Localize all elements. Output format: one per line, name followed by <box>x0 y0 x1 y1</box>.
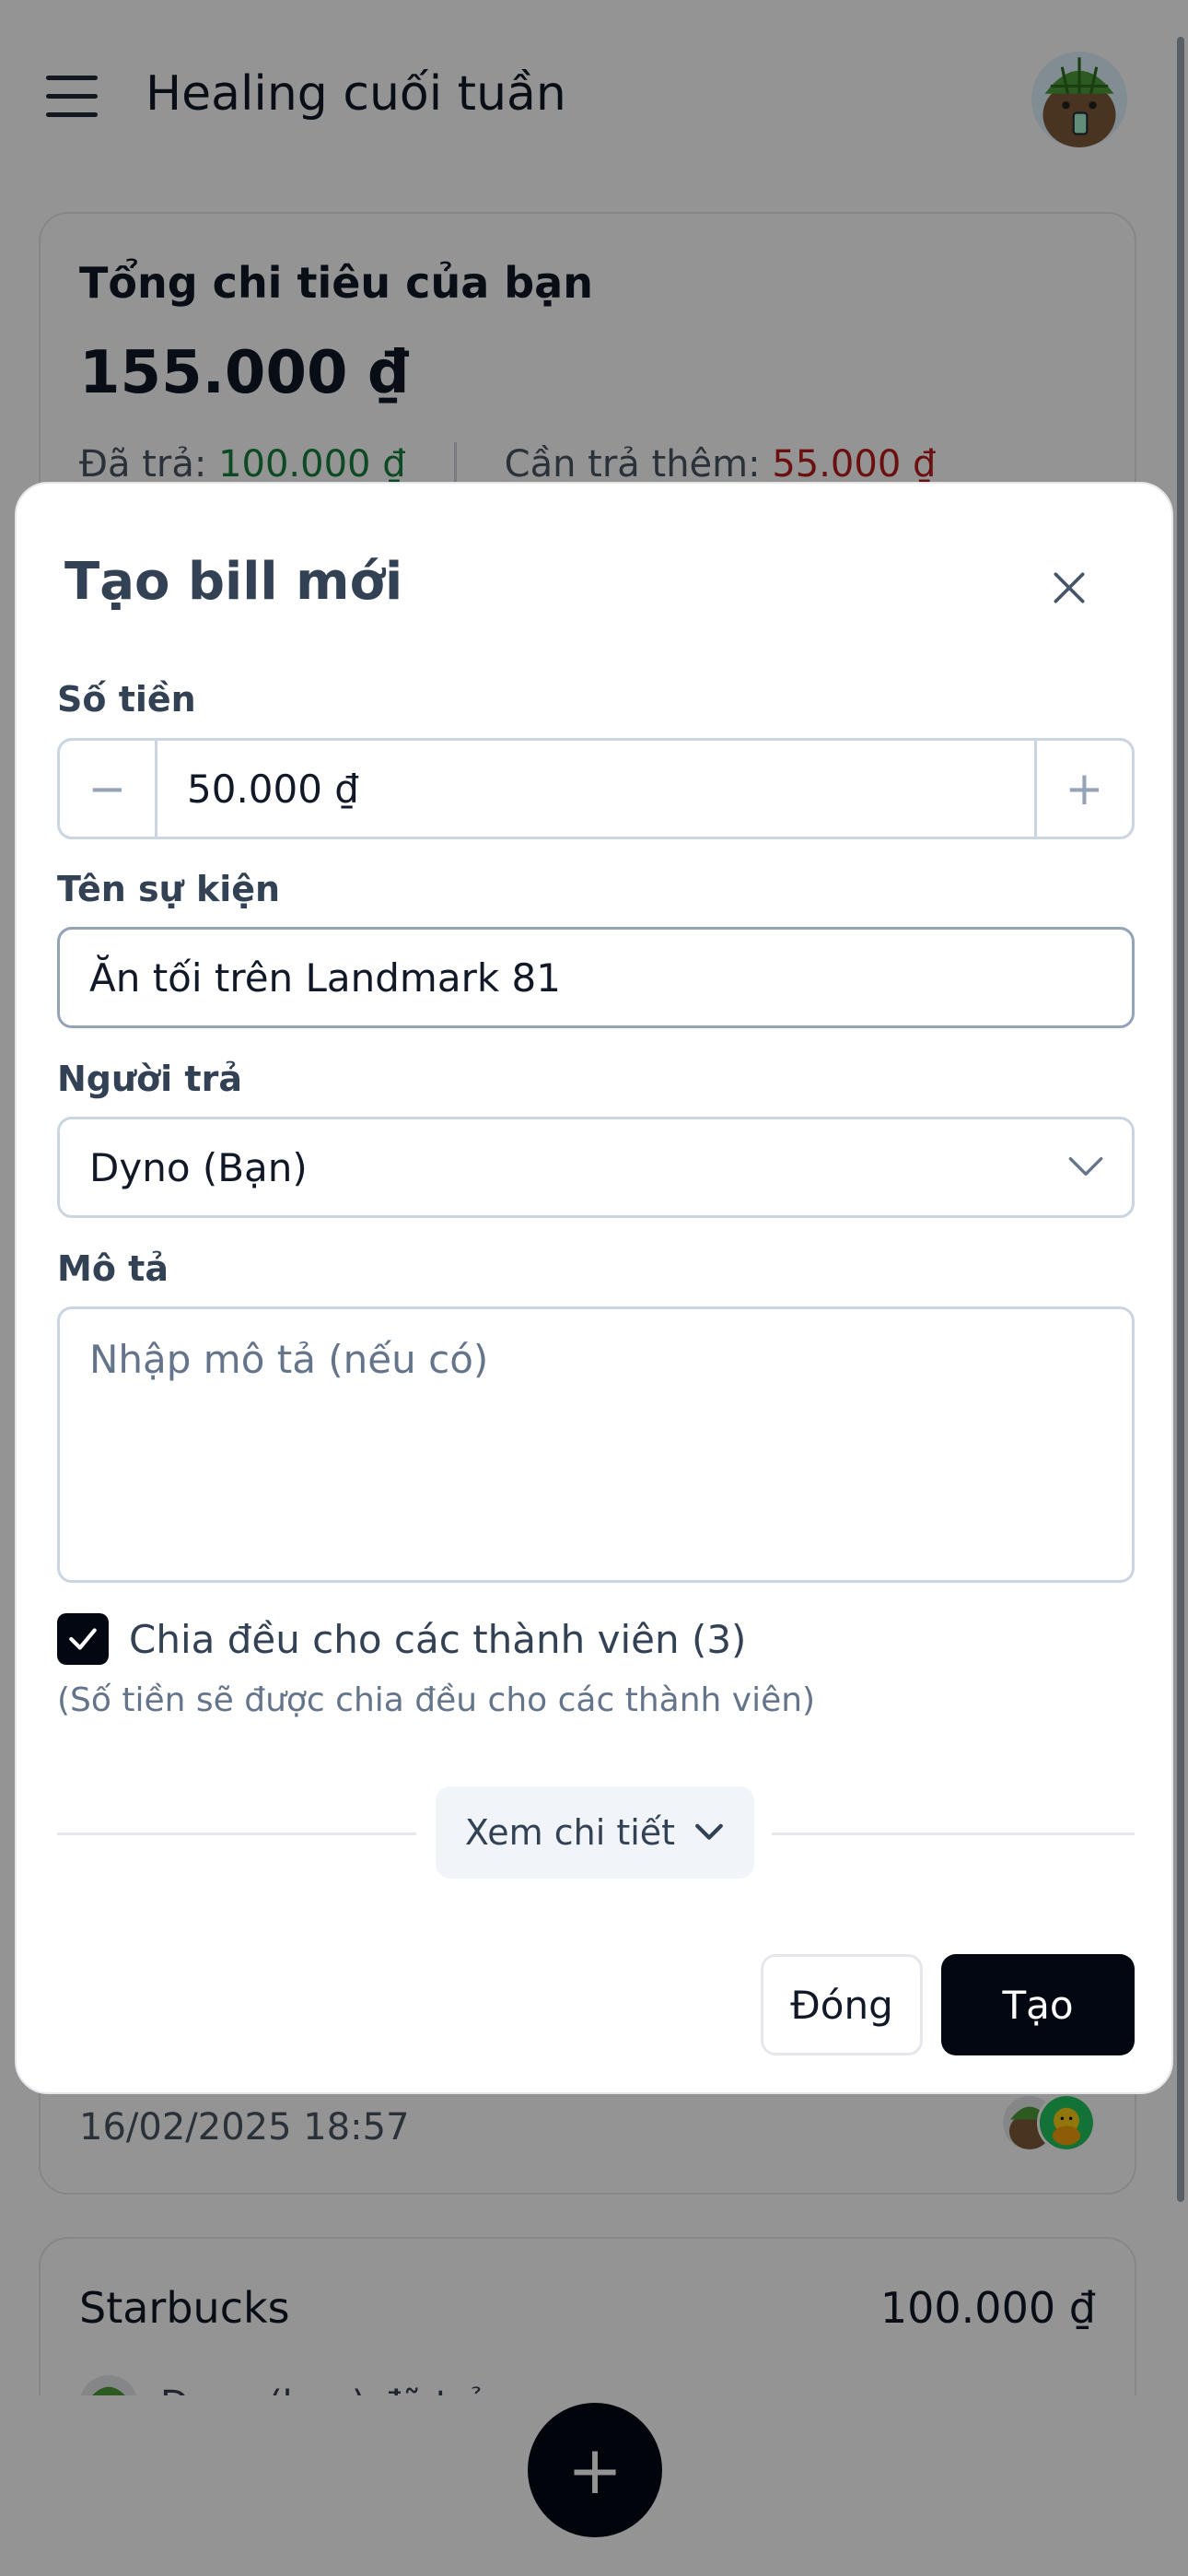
check-icon <box>69 1628 97 1650</box>
amount-stepper: − 50.000 ₫ + <box>57 738 1135 839</box>
divider <box>57 1832 416 1835</box>
split-evenly-label: Chia đều cho các thành viên (3) <box>129 1616 747 1662</box>
app-page: Healing cuối tuần Tổng chi tiêu của bạn … <box>0 0 1188 2576</box>
amount-input[interactable]: 50.000 ₫ <box>157 741 1034 837</box>
dialog-title: Tạo bill mới <box>64 552 403 612</box>
chevron-down-icon <box>695 1823 723 1840</box>
split-hint: (Số tiền sẽ được chia đều cho các thành … <box>57 1681 816 1719</box>
description-textarea[interactable]: Nhập mô tả (nếu có) <box>57 1306 1135 1583</box>
view-details-button[interactable]: Xem chi tiết <box>436 1786 754 1879</box>
view-details-label: Xem chi tiết <box>464 1812 676 1853</box>
increase-button[interactable]: + <box>1034 741 1132 837</box>
description-label: Mô tả <box>57 1248 169 1289</box>
chevron-down-icon <box>1068 1157 1103 1177</box>
decrease-button[interactable]: − <box>60 741 157 837</box>
payer-select-value: Dyno (Bạn) <box>89 1144 308 1190</box>
amount-label: Số tiền <box>57 679 196 720</box>
payer-label: Người trả <box>57 1059 242 1099</box>
create-bill-button[interactable]: Tạo <box>941 1954 1135 2055</box>
create-bill-dialog: Tạo bill mới Số tiền − 50.000 ₫ + Tên sự… <box>15 482 1173 2094</box>
close-dialog-button[interactable]: Đóng <box>761 1954 923 2055</box>
close-icon <box>1054 572 1085 603</box>
close-button[interactable] <box>1039 557 1100 618</box>
event-name-input[interactable]: Ăn tối trên Landmark 81 <box>57 927 1135 1028</box>
divider <box>772 1832 1135 1835</box>
split-evenly-row[interactable]: Chia đều cho các thành viên (3) <box>57 1613 746 1665</box>
event-name-label: Tên sự kiện <box>57 869 281 909</box>
split-evenly-checkbox[interactable] <box>57 1613 109 1665</box>
payer-select[interactable]: Dyno (Bạn) <box>57 1117 1135 1218</box>
